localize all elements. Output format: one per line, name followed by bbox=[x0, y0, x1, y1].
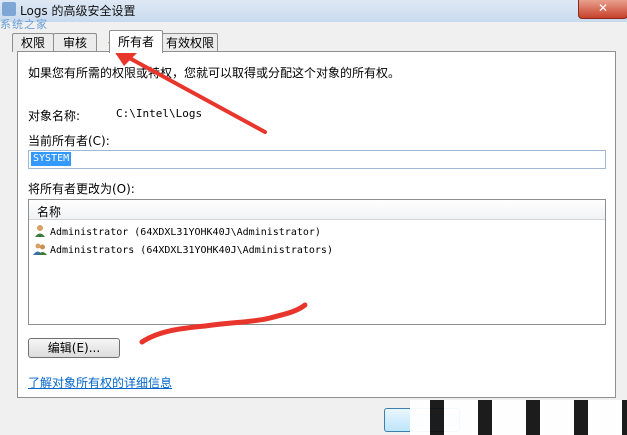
list-item-label: Administrator (64XDXL31YOHK40J\Administr… bbox=[50, 227, 321, 238]
intro-text: 如果您有所需的权限或特权，您就可以取得或分配这个对象的所有权。 bbox=[28, 66, 401, 80]
redaction-overlay bbox=[410, 400, 627, 435]
list-item-administrator[interactable]: Administrator (64XDXL31YOHK40J\Administr… bbox=[33, 224, 321, 240]
folder-icon bbox=[2, 2, 16, 16]
current-owner-value: SYSTEM bbox=[31, 152, 72, 166]
list-item-administrators[interactable]: Administrators (64XDXL31YOHK40J\Administ… bbox=[33, 242, 333, 258]
object-name-label: 对象名称: bbox=[28, 109, 81, 123]
watermark: 系统之家 bbox=[0, 18, 48, 31]
users-group-icon bbox=[33, 243, 47, 255]
title-bar: Logs 的高级安全设置 bbox=[0, 0, 627, 22]
edit-button[interactable]: 编辑(E)... bbox=[28, 338, 120, 358]
list-column-header[interactable]: 名称 bbox=[29, 200, 605, 220]
current-owner-label: 当前所有者(C): bbox=[28, 134, 110, 148]
object-name-value: C:\Intel\Logs bbox=[116, 107, 203, 120]
current-owner-field[interactable]: SYSTEM bbox=[28, 150, 606, 169]
list-item-label: Administrators (64XDXL31YOHK40J\Administ… bbox=[50, 245, 333, 256]
change-owner-label: 将所有者更改为(O): bbox=[28, 182, 135, 196]
close-button[interactable]: ✕ bbox=[578, 0, 627, 19]
tab-auditing[interactable]: 审核 bbox=[53, 33, 97, 52]
owner-panel: 如果您有所需的权限或特权，您就可以取得或分配这个对象的所有权。 对象名称: C:… bbox=[17, 51, 616, 398]
tab-owner[interactable]: 所有者 bbox=[109, 30, 163, 53]
column-header-name: 名称 bbox=[37, 205, 62, 219]
learn-more-link[interactable]: 了解对象所有权的详细信息 bbox=[28, 374, 172, 391]
owner-candidate-list[interactable]: 名称 Administrator (64XDXL31YOHK40J\Admini… bbox=[28, 199, 606, 325]
tab-effective-permissions[interactable]: 有效权限 bbox=[162, 33, 218, 52]
tab-permissions[interactable]: 权限 bbox=[12, 33, 54, 52]
user-icon bbox=[35, 225, 45, 237]
